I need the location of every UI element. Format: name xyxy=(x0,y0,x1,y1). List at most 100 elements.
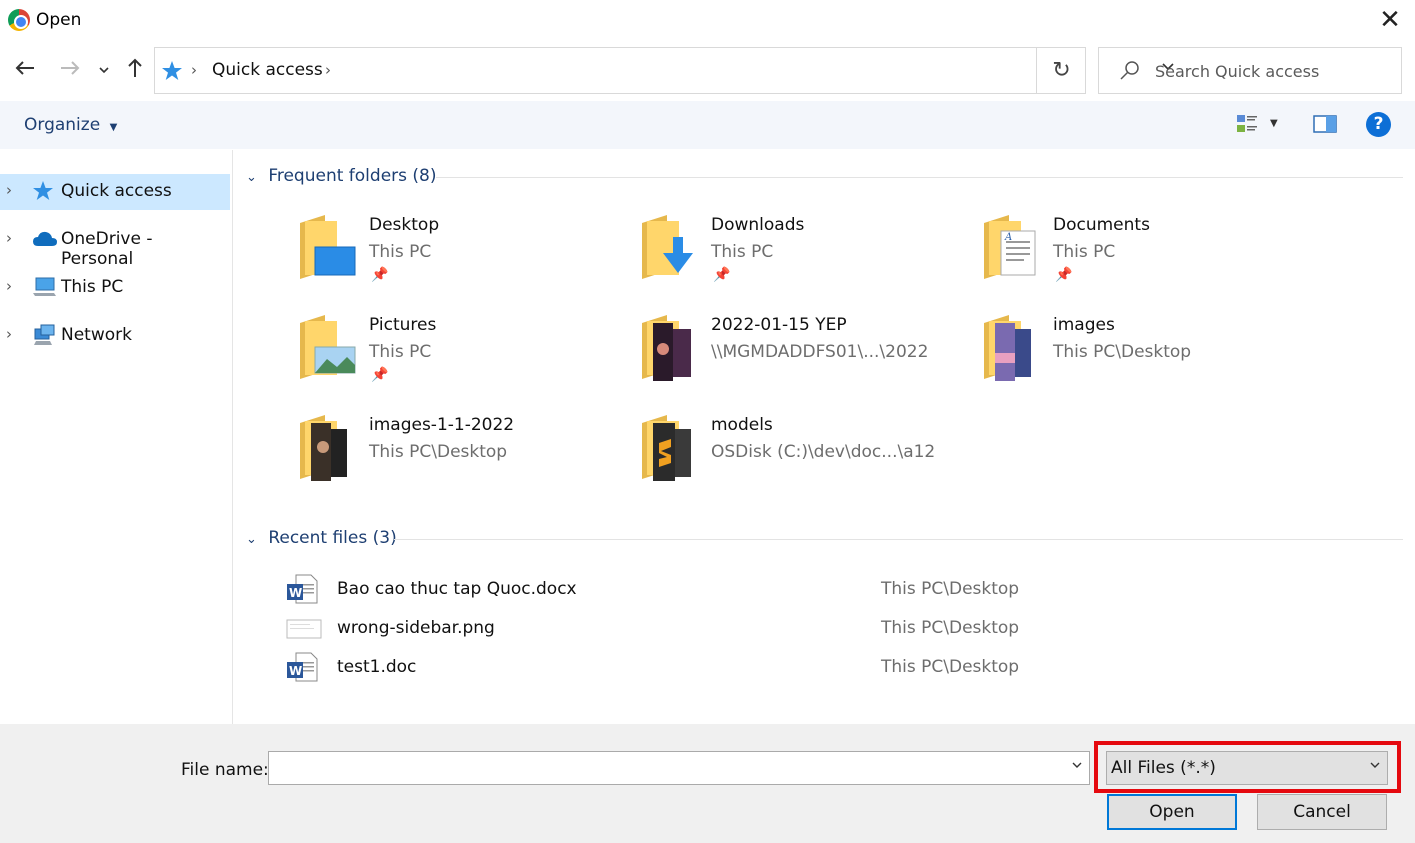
folder-name: Desktop xyxy=(369,215,440,235)
chevron-down-icon[interactable] xyxy=(92,56,116,86)
recent-files-header[interactable]: ⌄ Recent files (3) xyxy=(246,528,397,548)
view-dropdown-icon[interactable]: ▼ xyxy=(1270,118,1278,129)
chrome-logo-icon xyxy=(8,9,30,31)
window-title: Open xyxy=(36,10,82,30)
section-divider xyxy=(394,539,1403,540)
folder-path: This PC xyxy=(1053,242,1116,262)
sidebar-item-label: Quick access xyxy=(61,181,172,201)
folder-name: Documents xyxy=(1053,215,1150,235)
folder-name: images xyxy=(1053,315,1115,335)
sidebar-item-label: Network xyxy=(61,325,132,345)
folder-path: This PC xyxy=(369,242,432,262)
expand-chevron-icon[interactable]: › xyxy=(6,277,12,295)
documents-folder-icon: A xyxy=(981,213,1045,281)
file-name-label: File name: xyxy=(181,760,269,780)
word-document-icon: W xyxy=(286,652,318,682)
word-document-icon: W xyxy=(286,574,318,604)
pin-icon[interactable]: 📌 xyxy=(371,367,388,383)
folder-tile-pictures[interactable]: Pictures This PC 📌 xyxy=(297,313,627,397)
view-options-icon[interactable] xyxy=(1236,113,1258,135)
folder-path: This PC xyxy=(369,342,432,362)
folder-name: Pictures xyxy=(369,315,437,335)
sidebar-item-this-pc[interactable]: › This PC xyxy=(0,270,230,306)
search-box[interactable] xyxy=(1098,47,1402,94)
svg-text:W: W xyxy=(289,664,302,678)
breadcrumb-quick-access[interactable]: Quick access xyxy=(212,60,323,80)
svg-text:A: A xyxy=(1004,232,1012,243)
folder-name: 2022-01-15 YEP xyxy=(711,315,847,335)
list-item[interactable]: W Bao cao thuc tap Quoc.docx This PC\Des… xyxy=(280,572,1380,606)
sidebar-item-network[interactable]: › Network xyxy=(0,318,230,354)
pin-icon[interactable]: 📌 xyxy=(371,267,388,283)
folder-tile-downloads[interactable]: Downloads This PC 📌 xyxy=(639,213,969,297)
photo-folder-icon xyxy=(981,313,1045,381)
folder-name: models xyxy=(711,415,773,435)
folder-tile-documents[interactable]: A Documents This PC 📌 xyxy=(981,213,1311,297)
desktop-folder-icon xyxy=(297,213,361,281)
title-bar: Open ✕ xyxy=(0,0,1415,42)
image-file-icon xyxy=(286,613,322,643)
search-input[interactable] xyxy=(1155,58,1385,84)
file-name-combobox[interactable] xyxy=(268,751,1090,785)
list-item[interactable]: wrong-sidebar.png This PC\Desktop xyxy=(280,611,1380,645)
back-arrow-icon[interactable] xyxy=(11,56,39,86)
address-bar[interactable]: › Quick access › ↻ xyxy=(154,47,1174,94)
open-button[interactable]: Open xyxy=(1107,794,1237,830)
star-icon xyxy=(32,180,56,204)
preview-pane-icon[interactable] xyxy=(1313,114,1337,134)
command-bar: Organize ▼ ▼ ? xyxy=(0,101,1415,149)
folder-path: OSDisk (C:)\dev\doc...\a12 xyxy=(711,442,936,462)
sidebar-item-label: This PC xyxy=(61,277,124,297)
chevron-down-icon[interactable] xyxy=(1064,752,1090,784)
chevron-down-icon[interactable] xyxy=(1362,752,1388,784)
folder-tile-images[interactable]: images This PC\Desktop xyxy=(981,313,1311,397)
sidebar-item-quick-access[interactable]: › Quick access xyxy=(0,174,230,210)
folder-path: This PC\Desktop xyxy=(369,442,508,462)
expand-chevron-icon[interactable]: › xyxy=(6,229,12,247)
photo-folder-icon xyxy=(639,313,703,381)
folder-path: \\MGMDADDFS01\...\2022 xyxy=(711,342,929,362)
pin-icon[interactable]: 📌 xyxy=(1055,267,1072,283)
search-icon xyxy=(1119,60,1141,82)
svg-text:W: W xyxy=(289,586,302,600)
folder-tile-2022-01-15-yep[interactable]: 2022-01-15 YEP \\MGMDADDFS01\...\2022 xyxy=(639,313,969,397)
downloads-folder-icon xyxy=(639,213,703,281)
file-name: test1.doc xyxy=(337,657,417,677)
cancel-button[interactable]: Cancel xyxy=(1257,794,1387,830)
refresh-icon[interactable]: ↻ xyxy=(1036,48,1086,93)
collapse-chevron-icon[interactable]: ⌄ xyxy=(246,170,257,185)
section-divider xyxy=(436,177,1403,178)
folder-tile-models[interactable]: models OSDisk (C:)\dev\doc...\a12 xyxy=(639,413,969,497)
forward-arrow-icon[interactable] xyxy=(56,56,84,86)
up-arrow-icon[interactable] xyxy=(121,56,149,86)
pin-icon[interactable]: 📌 xyxy=(713,267,730,283)
folder-tile-desktop[interactable]: Desktop This PC 📌 xyxy=(297,213,627,297)
file-type-filter-select[interactable]: All Files (*.*) xyxy=(1106,751,1388,785)
list-item[interactable]: W test1.doc This PC\Desktop xyxy=(280,650,1380,684)
organize-label: Organize xyxy=(24,115,101,135)
sidebar-item-onedrive[interactable]: › OneDrive - Personal xyxy=(0,222,230,269)
organize-menu-button[interactable]: Organize ▼ xyxy=(24,115,117,135)
help-icon[interactable]: ? xyxy=(1366,112,1391,137)
expand-chevron-icon[interactable]: › xyxy=(6,181,12,199)
collapse-chevron-icon[interactable]: ⌄ xyxy=(246,532,257,547)
expand-chevron-icon[interactable]: › xyxy=(6,325,12,343)
models-folder-icon xyxy=(639,413,703,481)
folder-tile-images-1-1-2022[interactable]: images-1-1-2022 This PC\Desktop xyxy=(297,413,627,497)
frequent-folders-header[interactable]: ⌄ Frequent folders (8) xyxy=(246,166,437,186)
file-name: Bao cao thuc tap Quoc.docx xyxy=(337,579,577,599)
file-path: This PC\Desktop xyxy=(881,657,1020,677)
file-path: This PC\Desktop xyxy=(881,618,1020,638)
computer-icon xyxy=(32,276,56,300)
folder-name: images-1-1-2022 xyxy=(369,415,515,435)
file-name: wrong-sidebar.png xyxy=(337,618,495,638)
pictures-folder-icon xyxy=(297,313,361,381)
frequent-folders-title: Frequent folders (8) xyxy=(268,166,437,186)
star-icon xyxy=(161,60,183,82)
sidebar-item-label: OneDrive - Personal xyxy=(61,229,153,269)
breadcrumb-chevron-icon[interactable]: › xyxy=(325,61,331,79)
close-icon[interactable]: ✕ xyxy=(1372,4,1408,36)
folder-path: This PC xyxy=(711,242,774,262)
caret-down-icon: ▼ xyxy=(109,122,118,133)
file-name-input[interactable] xyxy=(273,756,1053,780)
